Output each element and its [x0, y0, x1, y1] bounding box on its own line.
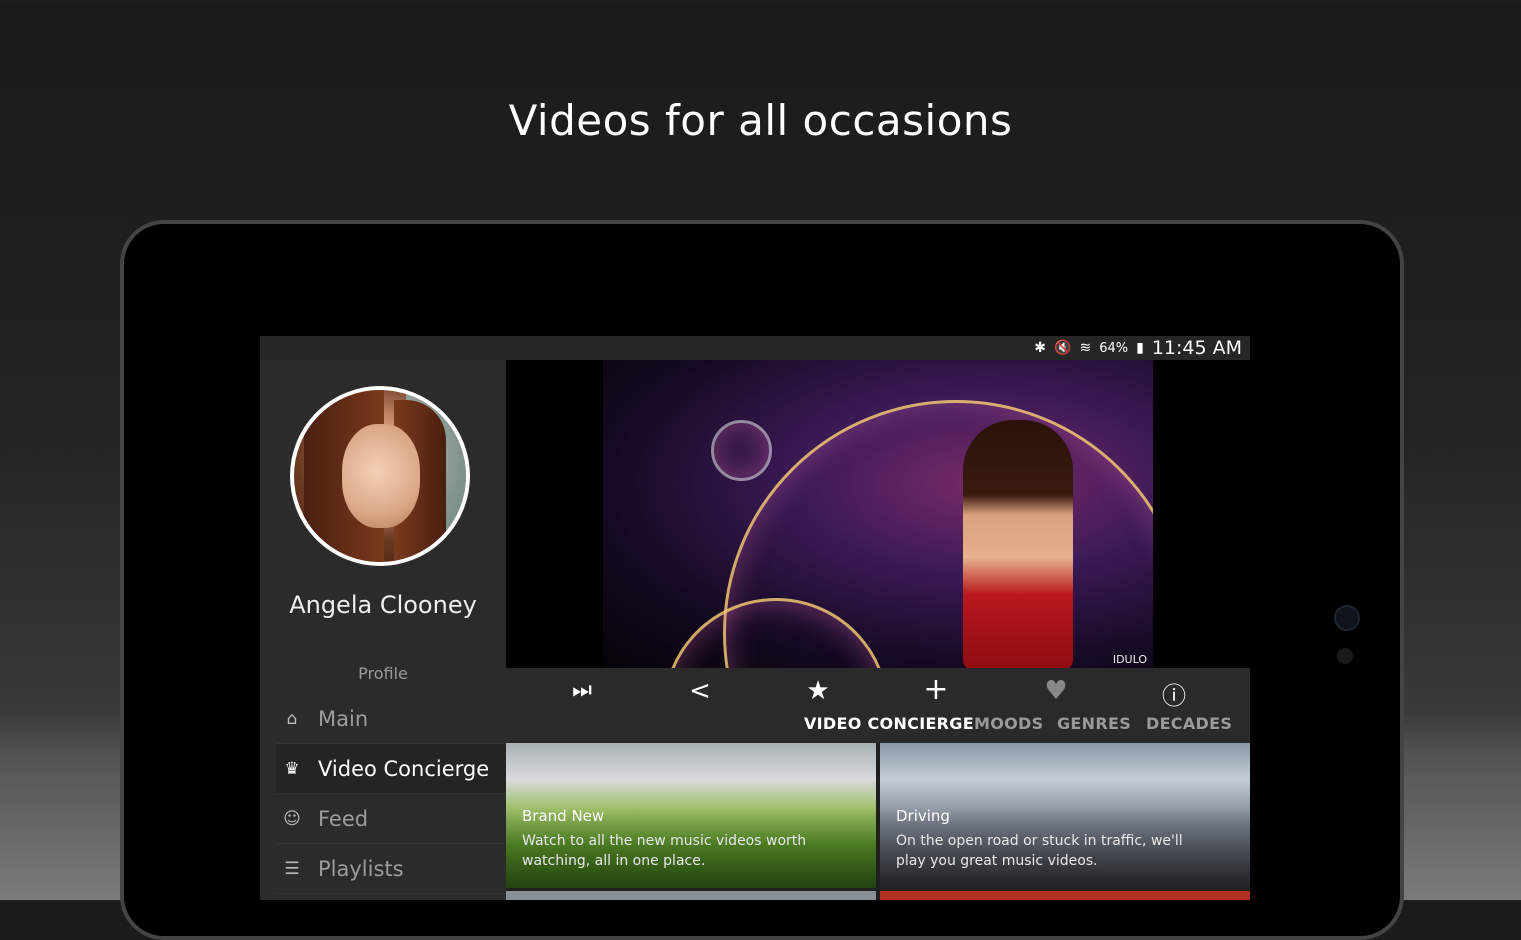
hero-performer — [963, 420, 1073, 668]
bubble-decoration — [711, 420, 772, 481]
avatar-face — [342, 424, 420, 528]
sidebar-item-feed[interactable]: ☺ Feed — [276, 794, 506, 844]
sensor-dot — [1337, 648, 1353, 664]
category-cards: Brand New Watch to all the new music vid… — [506, 743, 1250, 900]
sidebar-item-label: Main — [318, 706, 369, 731]
sidebar-item-label: Video Concierge — [318, 756, 490, 781]
hero-video[interactable]: IDULO — [506, 360, 1250, 668]
category-card-brand-new[interactable]: Brand New Watch to all the new music vid… — [506, 743, 876, 888]
bluetooth-icon: ✱ — [1034, 340, 1047, 356]
status-bar: ✱ 🔇 ≋ 64% ▮ 11:45 AM — [260, 336, 1250, 360]
sidebar-item-label: Playlists — [318, 856, 404, 881]
next-card-preview[interactable] — [880, 891, 1250, 900]
category-card-driving[interactable]: Driving On the open road or stuck in tra… — [880, 743, 1250, 888]
status-time: 11:45 AM — [1151, 337, 1242, 359]
tab-bar: VIDEO CONCIERGE MOODS GENRES DECADES — [506, 714, 1250, 742]
mute-icon: 🔇 — [1054, 340, 1072, 356]
next-card-preview[interactable] — [506, 891, 876, 900]
card-description: On the open road or stuck in traffic, we… — [896, 833, 1183, 869]
sidebar-item-main[interactable]: ⌂ Main — [276, 694, 506, 744]
sidebar-item-label: Feed — [318, 806, 369, 831]
share-icon[interactable]: < — [680, 676, 720, 706]
star-icon[interactable]: ★ — [798, 676, 838, 706]
info-icon[interactable]: ⓘ — [1154, 676, 1194, 711]
heart-icon[interactable]: ♥ — [1036, 676, 1076, 706]
wifi-icon: ≋ — [1079, 340, 1092, 356]
sidebar: Angela Clooney Profile ⌂ Main ♛ Video Co… — [260, 360, 506, 900]
tab-decades[interactable]: DECADES — [1146, 714, 1232, 733]
profile-subtitle[interactable]: Profile — [260, 664, 506, 683]
skip-next-icon[interactable]: ⏭ — [562, 678, 602, 703]
camera-lens — [1334, 605, 1360, 631]
card-title: Brand New — [522, 807, 605, 825]
feed-icon: ☺ — [283, 808, 301, 829]
tab-video-concierge[interactable]: VIDEO CONCIERGE — [804, 714, 974, 733]
app-screen: ✱ 🔇 ≋ 64% ▮ 11:45 AM Angela Clooney Prof… — [260, 336, 1250, 900]
sidebar-item-video-concierge[interactable]: ♛ Video Concierge — [276, 744, 506, 794]
playlist-icon: ☰ — [284, 858, 300, 879]
page-headline: Videos for all occasions — [508, 96, 1013, 145]
nav-menu: ⌂ Main ♛ Video Concierge ☺ Feed ☰ Playli… — [276, 694, 506, 894]
concierge-icon: ♛ — [284, 758, 300, 779]
home-icon: ⌂ — [286, 708, 298, 729]
plus-icon[interactable]: + — [916, 672, 956, 707]
avatar[interactable] — [290, 386, 470, 566]
card-title: Driving — [896, 807, 950, 825]
battery-percent: 64% — [1099, 340, 1129, 356]
profile-name[interactable]: Angela Clooney — [260, 588, 506, 622]
hero-logo: IDULO — [1112, 653, 1147, 666]
card-description: Watch to all the new music videos worth … — [522, 833, 807, 869]
tab-moods[interactable]: MOODS — [974, 714, 1043, 733]
sidebar-item-playlists[interactable]: ☰ Playlists — [276, 844, 506, 894]
hero-image: IDULO — [603, 360, 1153, 668]
tab-genres[interactable]: GENRES — [1057, 714, 1131, 733]
player-toolbar: ⏭ < ★ + ♥ ⓘ VIDEO CONCIERGE MOODS GENRES… — [506, 668, 1250, 743]
battery-icon: ▮ — [1136, 340, 1144, 356]
